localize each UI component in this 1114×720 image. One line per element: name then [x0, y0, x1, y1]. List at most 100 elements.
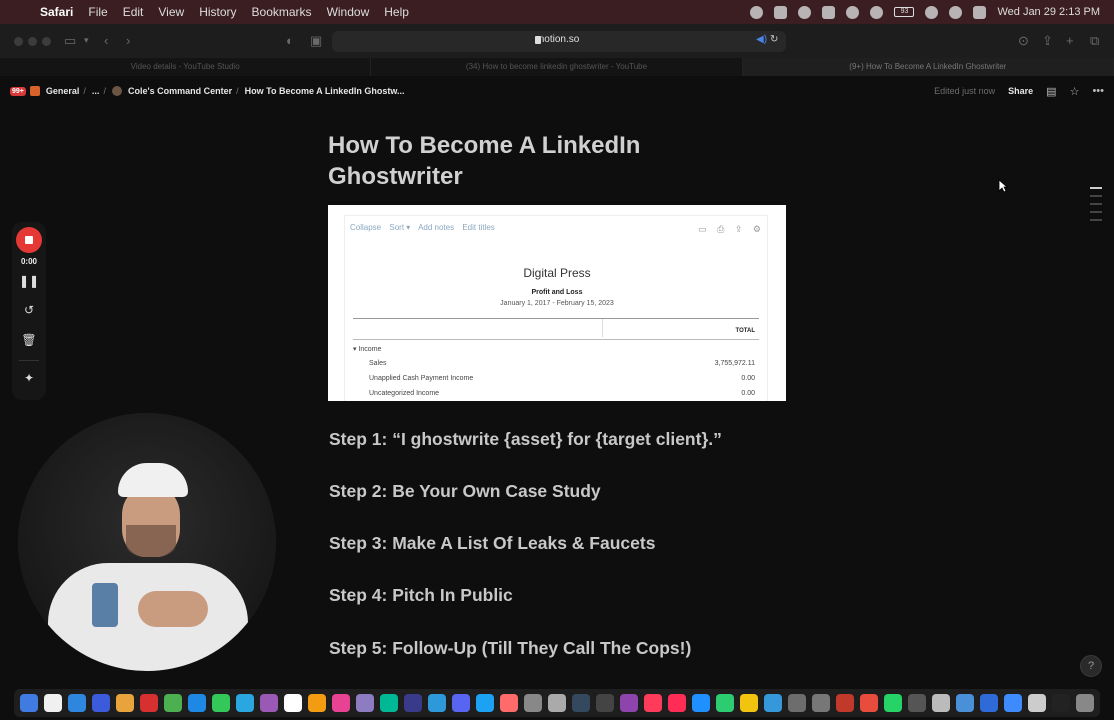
breadcrumb-current-page[interactable]: How To Become A LinkedIn Ghostw...	[245, 86, 405, 96]
dock-app-icon[interactable]	[1028, 694, 1046, 712]
dock-app-icon[interactable]	[692, 694, 710, 712]
embedded-report-image[interactable]: Collapse Sort ▾ Add notes Edit titles ▭ …	[328, 205, 786, 401]
dock-app-icon[interactable]	[956, 694, 974, 712]
battery-icon[interactable]: 93	[894, 7, 915, 17]
dock-app-icon[interactable]	[20, 694, 38, 712]
dock-app-icon[interactable]	[116, 694, 134, 712]
tab-overview-icon[interactable]: ⧉	[1090, 33, 1099, 49]
moon-icon[interactable]	[846, 5, 860, 19]
dock-app-icon[interactable]	[740, 694, 758, 712]
gear-icon[interactable]	[750, 5, 764, 19]
address-bar[interactable]: notion.so ◀) ↻	[332, 31, 786, 52]
dock-app-icon[interactable]	[1004, 694, 1022, 712]
dock-app-icon[interactable]	[548, 694, 566, 712]
diamond-icon[interactable]	[822, 5, 836, 19]
table-of-contents-indicator[interactable]	[1090, 187, 1102, 227]
more-icon[interactable]: •••	[1092, 85, 1104, 97]
reload-icon[interactable]: ↻	[770, 34, 778, 45]
breadcrumb-ellipsis[interactable]: ...	[92, 86, 100, 96]
draw-effects-icon[interactable]: ✦	[12, 371, 46, 385]
activity-icon[interactable]	[798, 5, 812, 19]
webcam-bubble[interactable]	[18, 413, 276, 671]
dock-app-icon[interactable]	[68, 694, 86, 712]
dock-app-icon[interactable]	[716, 694, 734, 712]
step-5-heading[interactable]: Step 5: Follow-Up (Till They Call The Co…	[329, 638, 691, 659]
dock-app-icon[interactable]	[1052, 694, 1070, 712]
dock-app-icon[interactable]	[812, 694, 830, 712]
dock-app-icon[interactable]	[1076, 694, 1094, 712]
tab-notion-page[interactable]: (9+) How To Become A LinkedIn Ghostwrite…	[742, 58, 1114, 76]
menu-view[interactable]: View	[158, 5, 184, 19]
dock-app-icon[interactable]	[500, 694, 518, 712]
play-icon[interactable]	[870, 5, 884, 19]
dock-app-icon[interactable]	[788, 694, 806, 712]
dock-app-icon[interactable]	[284, 694, 302, 712]
search-icon[interactable]	[949, 5, 963, 19]
notification-badge[interactable]: 99+	[10, 86, 26, 96]
dock-app-icon[interactable]	[644, 694, 662, 712]
dock-app-icon[interactable]	[380, 694, 398, 712]
menu-safari[interactable]: Safari	[40, 5, 73, 19]
step-1-heading[interactable]: Step 1: “I ghostwrite {asset} for {targe…	[329, 429, 722, 450]
dock-app-icon[interactable]	[44, 694, 62, 712]
dock-app-icon[interactable]	[980, 694, 998, 712]
tab-youtube-studio[interactable]: Video details - YouTube Studio	[0, 58, 372, 76]
chevron-down-icon[interactable]: ▾	[84, 35, 89, 46]
control-center-icon[interactable]	[973, 5, 987, 19]
close-window-button[interactable]	[14, 37, 23, 46]
comment-icon[interactable]: ▤	[1046, 85, 1056, 98]
menu-bookmarks[interactable]: Bookmarks	[252, 5, 312, 19]
step-3-heading[interactable]: Step 3: Make A List Of Leaks & Faucets	[329, 533, 655, 554]
back-icon[interactable]: ‹	[104, 33, 108, 48]
dock-app-icon[interactable]	[428, 694, 446, 712]
dock-app-icon[interactable]	[260, 694, 278, 712]
shield-icon[interactable]: ◐	[286, 33, 294, 48]
dock-app-icon[interactable]	[140, 694, 158, 712]
breadcrumb-general[interactable]: General	[46, 86, 80, 96]
pause-icon[interactable]: ❚❚	[12, 274, 46, 288]
dock-app-icon[interactable]	[164, 694, 182, 712]
dock-app-icon[interactable]	[404, 694, 422, 712]
dock-app-icon[interactable]	[836, 694, 854, 712]
minimize-window-button[interactable]	[28, 37, 37, 46]
trash-icon[interactable]: 🗑	[12, 333, 46, 347]
dock-app-icon[interactable]	[212, 694, 230, 712]
new-tab-icon[interactable]: +	[1066, 33, 1074, 48]
rss-icon[interactable]	[774, 5, 788, 19]
wifi-icon[interactable]	[925, 5, 939, 19]
dock-app-icon[interactable]	[668, 694, 686, 712]
dock-app-icon[interactable]	[356, 694, 374, 712]
dock-app-icon[interactable]	[524, 694, 542, 712]
dock-app-icon[interactable]	[92, 694, 110, 712]
dock-app-icon[interactable]	[860, 694, 878, 712]
dock-app-icon[interactable]	[572, 694, 590, 712]
breadcrumb-command-center[interactable]: Cole's Command Center	[128, 86, 232, 96]
dock-app-icon[interactable]	[764, 694, 782, 712]
sidebar-icon[interactable]: ▭	[64, 33, 76, 49]
step-4-heading[interactable]: Step 4: Pitch In Public	[329, 585, 513, 606]
download-icon[interactable]: ⊙	[1018, 33, 1029, 49]
dock-app-icon[interactable]	[476, 694, 494, 712]
forward-icon[interactable]: ›	[126, 33, 130, 48]
menu-window[interactable]: Window	[327, 5, 370, 19]
star-icon[interactable]: ☆	[1070, 85, 1080, 98]
menu-history[interactable]: History	[199, 5, 236, 19]
dock-app-icon[interactable]	[596, 694, 614, 712]
share-icon[interactable]: ⇪	[1042, 33, 1053, 49]
reader-icon[interactable]: ▣	[310, 33, 322, 49]
dock-app-icon[interactable]	[236, 694, 254, 712]
help-button[interactable]: ?	[1080, 655, 1102, 677]
dock-app-icon[interactable]	[308, 694, 326, 712]
menu-edit[interactable]: Edit	[123, 5, 144, 19]
dock-app-icon[interactable]	[884, 694, 902, 712]
clock[interactable]: Wed Jan 29 2:13 PM	[997, 6, 1100, 18]
step-2-heading[interactable]: Step 2: Be Your Own Case Study	[329, 481, 601, 502]
dock-app-icon[interactable]	[332, 694, 350, 712]
menu-file[interactable]: File	[88, 5, 107, 19]
menu-help[interactable]: Help	[384, 5, 409, 19]
dock-app-icon[interactable]	[908, 694, 926, 712]
dock-app-icon[interactable]	[452, 694, 470, 712]
dock-app-icon[interactable]	[620, 694, 638, 712]
dock-app-icon[interactable]	[188, 694, 206, 712]
stop-recording-button[interactable]	[16, 227, 42, 253]
